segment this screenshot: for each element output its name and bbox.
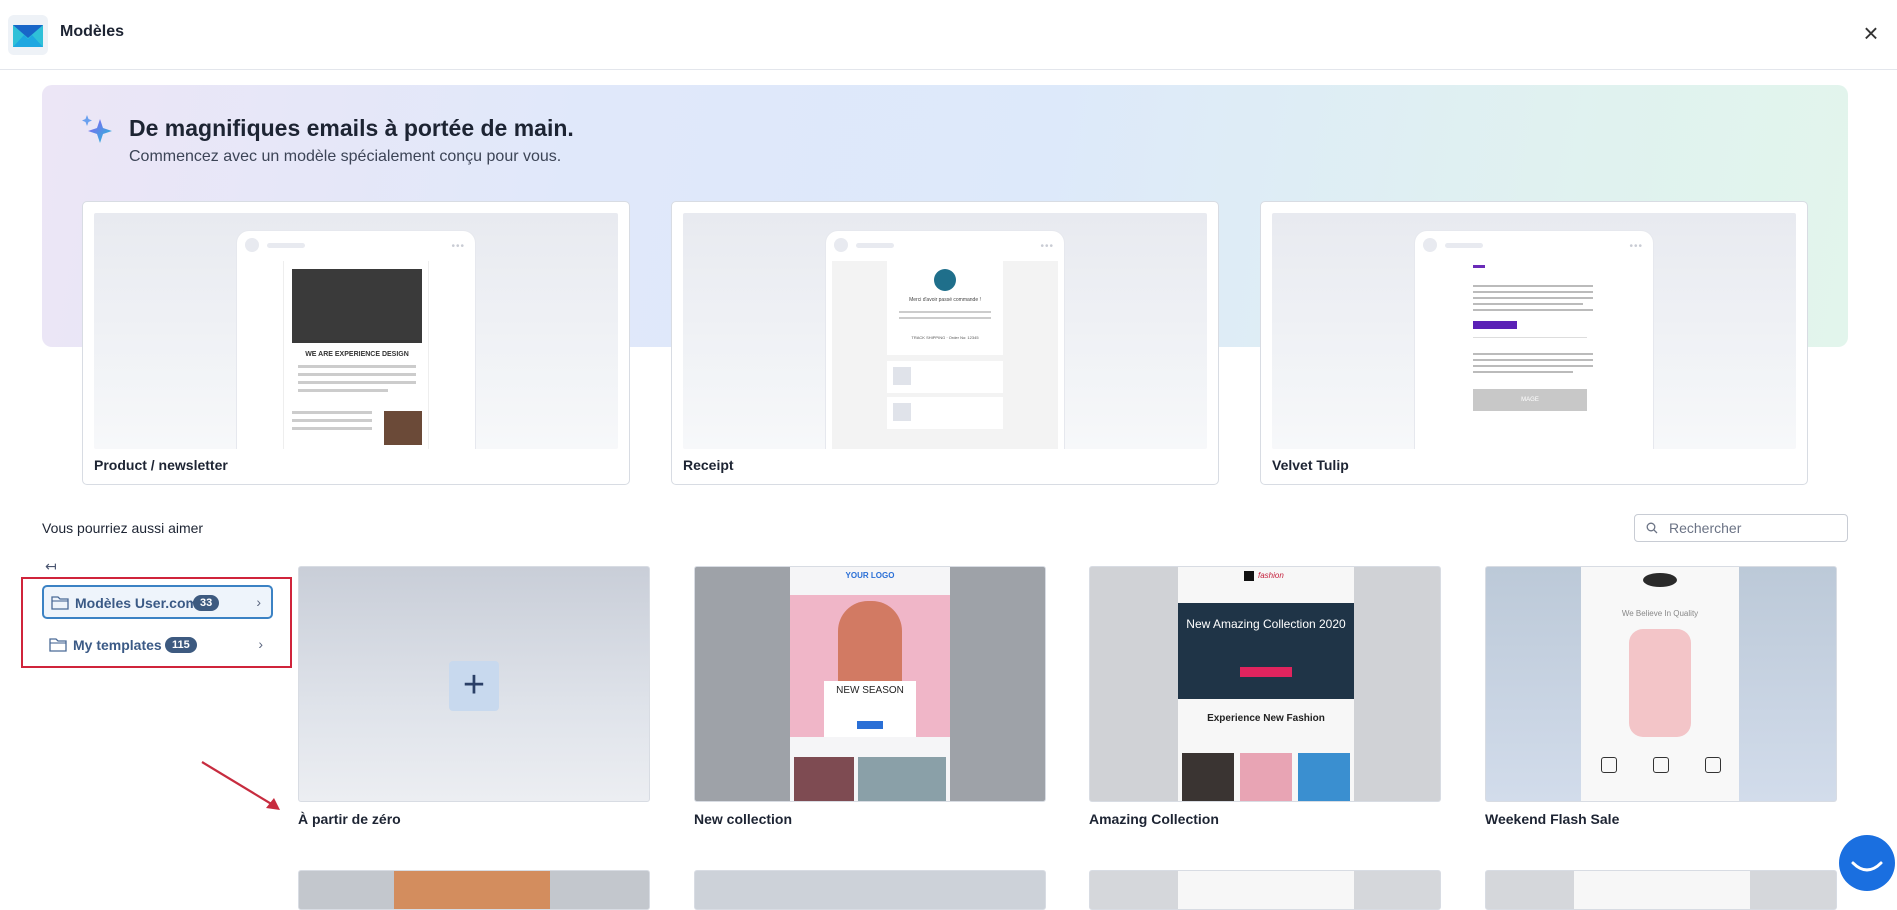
template-label: Amazing Collection	[1089, 811, 1219, 827]
page-title: Modèles	[60, 23, 125, 40]
template-card[interactable]	[298, 870, 650, 910]
featured-card-receipt[interactable]: ••• Merci d'avoir passé commande ! TRACK…	[671, 201, 1219, 485]
preview-tagline: We Believe In Quality	[1621, 609, 1699, 618]
template-preview: ••• WE ARE EXPERIENCE DESIGN	[94, 213, 618, 449]
featured-card-velvet-tulip[interactable]: ••• MAGE Velvet Tulip	[1260, 201, 1808, 485]
chevron-right-icon: ›	[258, 636, 263, 652]
template-preview: ••• Merci d'avoir passé commande ! TRACK…	[683, 213, 1207, 449]
hero-subtitle: Commencez avec un modèle spécialement co…	[129, 148, 562, 165]
sidebar-item-user-com-templates[interactable]: Modèles User.com 33 ›	[42, 585, 273, 619]
template-card-weekend-flash-sale[interactable]: We Believe In Quality	[1485, 566, 1837, 802]
phone-mockup: ••• MAGE	[1415, 231, 1653, 449]
chevron-right-icon: ›	[256, 594, 261, 610]
template-label: Weekend Flash Sale	[1485, 811, 1620, 827]
featured-card-product-newsletter[interactable]: ••• WE ARE EXPERIENCE DESIGN Product / n…	[82, 201, 630, 485]
preview-headline: NEW SEASON	[836, 685, 904, 696]
template-card-amazing-collection[interactable]: fashion New Amazing Collection 2020 Expe…	[1089, 566, 1441, 802]
annotation-arrow-icon	[201, 761, 280, 810]
sidebar-item-label: Modèles User.com	[75, 595, 198, 611]
add-template-button[interactable]: +	[449, 661, 499, 711]
template-card-blank[interactable]: +	[298, 566, 650, 802]
folder-icon	[51, 596, 69, 610]
template-card[interactable]	[694, 870, 1046, 910]
preview-logo: YOUR LOGO	[845, 571, 895, 580]
top-bar: Modèles ×	[0, 0, 1897, 70]
collapse-sidebar-icon[interactable]: ↤	[45, 558, 57, 575]
template-card[interactable]	[1485, 870, 1837, 910]
search-input[interactable]	[1669, 518, 1839, 538]
folder-icon	[49, 638, 67, 652]
preview-title: Merci d'avoir passé commande !	[909, 297, 981, 303]
chat-icon	[1851, 861, 1883, 872]
template-preview: ••• MAGE	[1272, 213, 1796, 449]
featured-card-label: Velvet Tulip	[1272, 457, 1349, 473]
preview-title: WE ARE EXPERIENCE DESIGN	[305, 351, 409, 358]
preview-line: TRACK SHIPPING · Order No: 12345	[911, 335, 979, 340]
featured-card-label: Receipt	[683, 457, 734, 473]
search-icon	[1646, 522, 1658, 534]
template-card[interactable]	[1089, 870, 1441, 910]
preview-brand: fashion	[1258, 571, 1284, 580]
featured-card-label: Product / newsletter	[94, 457, 228, 473]
template-label: New collection	[694, 811, 793, 827]
search-box[interactable]	[1634, 514, 1848, 542]
phone-mockup: ••• Merci d'avoir passé commande ! TRACK…	[826, 231, 1064, 449]
preview-sub: Experience New Fashion	[1207, 713, 1325, 724]
sparkle-icon	[82, 115, 112, 143]
template-label: À partir de zéro	[298, 811, 401, 827]
preview-headline: New Amazing Collection 2020	[1186, 617, 1346, 631]
chat-widget-button[interactable]	[1839, 835, 1895, 891]
section-title: Vous pourriez aussi aimer	[42, 520, 204, 536]
sidebar-item-my-templates[interactable]: My templates 115 ›	[42, 629, 273, 663]
app-logo-icon	[8, 15, 48, 55]
count-badge: 33	[193, 595, 220, 611]
hero-title: De magnifiques emails à portée de main.	[129, 115, 574, 141]
count-badge: 115	[165, 637, 197, 653]
sidebar-item-label: My templates	[73, 637, 162, 653]
preview-button: MAGE	[1473, 389, 1587, 411]
plus-icon: +	[462, 664, 486, 706]
phone-mockup: ••• WE ARE EXPERIENCE DESIGN	[237, 231, 475, 449]
close-icon[interactable]: ×	[1859, 20, 1883, 46]
template-card-new-collection[interactable]: YOUR LOGO NEW SEASON	[694, 566, 1046, 802]
